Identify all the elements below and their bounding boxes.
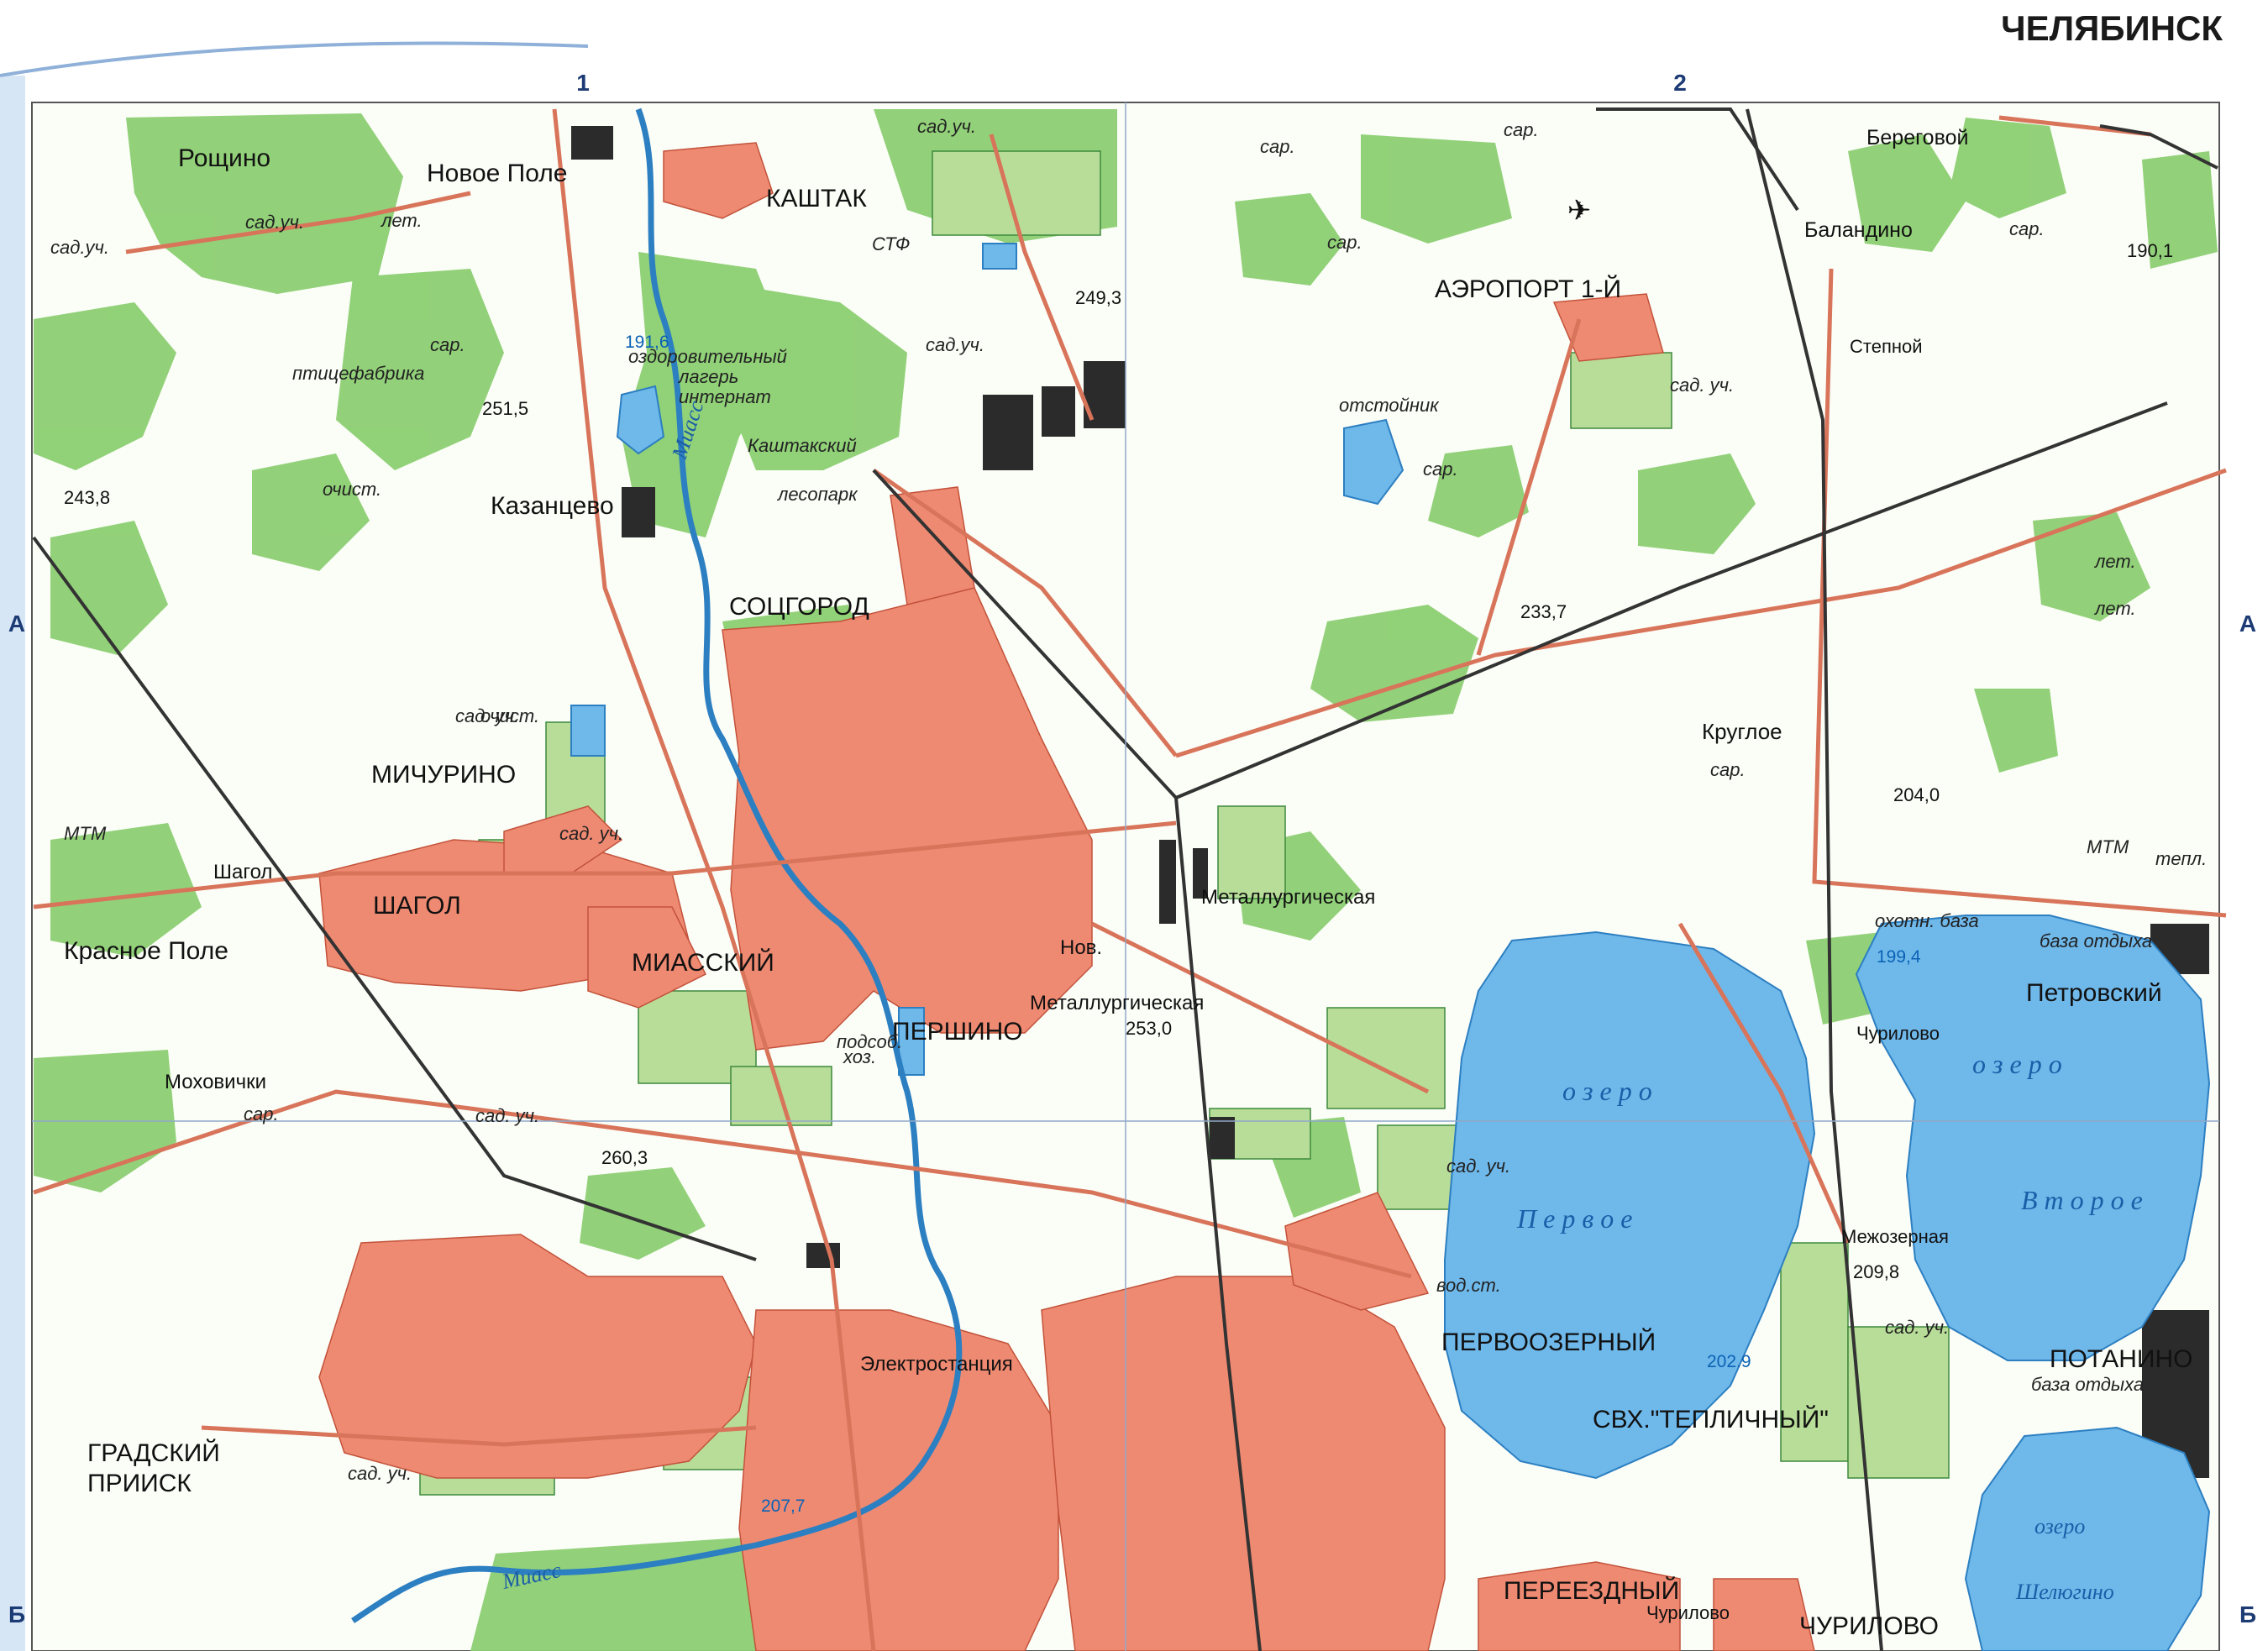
label-let-3: лет. xyxy=(2093,598,2136,619)
label-sad-uch-10: сад. уч. xyxy=(348,1463,412,1484)
label-gradsky: ГРАДСКИЙ xyxy=(87,1439,220,1467)
label-sar-6: сар. xyxy=(2009,218,2045,239)
label-ptitsefabrika: птицефабрика xyxy=(292,363,424,384)
label-metallurgicheskaya: Металлургическая xyxy=(1201,886,1375,909)
label-roshchino: Рощино xyxy=(178,144,270,172)
label-ozero-vtoroe: о з е р о xyxy=(1972,1049,2062,1079)
label-sad-uch-5: сад. уч. xyxy=(559,823,623,844)
label-krasnoe-pole: Красное Поле xyxy=(64,937,228,965)
elev-190-1: 190,1 xyxy=(2127,240,2173,261)
elev-251-5: 251,5 xyxy=(482,398,528,419)
label-ozdorov-2: лагерь xyxy=(677,366,738,387)
label-sad-uch-aero: сад. уч. xyxy=(1670,375,1734,396)
label-sad-uch-3: сад.уч. xyxy=(50,237,109,258)
label-sar-3: сар. xyxy=(1504,119,1539,140)
label-tepl: тепл. xyxy=(2155,848,2207,869)
label-krugloe: Круглое xyxy=(1702,719,1782,744)
label-novoe-pole: Новое Поле xyxy=(427,160,567,187)
label-shagol-station: Шагол xyxy=(213,861,272,883)
label-nov-metallurgicheskaya: Металлургическая xyxy=(1030,992,1204,1014)
airport-icon: ✈ xyxy=(1567,195,1592,227)
elev-260-3: 260,3 xyxy=(601,1147,648,1168)
label-petrovsky: Петровский xyxy=(2026,979,2162,1007)
label-churilovo-small: Чурилово xyxy=(1646,1602,1730,1623)
elev-207-7: 207,7 xyxy=(761,1496,806,1516)
label-lesopark: лесопарк xyxy=(776,484,858,505)
label-potanino: ПОТАНИНО xyxy=(2050,1345,2192,1373)
grid-row-b-left: Б xyxy=(8,1601,25,1627)
label-baza-otdykha-2: база отдыха xyxy=(2031,1374,2144,1395)
label-mokhovichki: Моховички xyxy=(165,1071,266,1093)
elev-243-8: 243,8 xyxy=(64,487,110,508)
label-kashtak: КАШТАК xyxy=(766,185,867,212)
map-canvas[interactable]: 1 2 А А Б Б ЧЕЛЯБИНСК ✈ Рощино Новое Пол… xyxy=(0,0,2268,1651)
label-sotsgorod: СОЦГОРОД xyxy=(729,593,869,621)
label-nov: Нов. xyxy=(1060,936,1102,959)
elev-253-0: 253,0 xyxy=(1126,1018,1172,1039)
label-okhotn-baza: охотн. база xyxy=(1875,910,1979,931)
label-kazantsevo: Казанцево xyxy=(491,492,614,520)
label-let-1: лет. xyxy=(380,210,423,231)
label-stepnoy: Степной xyxy=(1850,336,1923,357)
label-aeroport: АЭРОПОРТ 1-Й xyxy=(1435,275,1621,303)
label-pereezdny: ПЕРЕЕЗДНЫЙ xyxy=(1504,1576,1679,1605)
label-ozero-shelyugino: озеро xyxy=(2034,1514,2085,1538)
label-pershino: ПЕРШИНО xyxy=(892,1018,1023,1046)
label-sar-1: сар. xyxy=(430,334,465,355)
label-ochist-michurino: очист. xyxy=(480,705,539,726)
elev-199-4: 199,4 xyxy=(1877,947,1921,967)
label-pervoe: П е р в о е xyxy=(1516,1203,1632,1234)
grid-col-1: 1 xyxy=(576,70,590,96)
label-churilovo-station: Чурилово xyxy=(1856,1023,1940,1044)
label-sar-9: сар. xyxy=(1710,759,1746,780)
label-vtoroe: В т о р о е xyxy=(2021,1185,2143,1215)
grid-row-b-right: Б xyxy=(2239,1601,2256,1627)
grid-col-2: 2 xyxy=(1673,70,1687,96)
label-sad-uch-8: сад. уч. xyxy=(1446,1156,1510,1177)
label-svkh-teplichny: СВХ."ТЕПЛИЧНЫЙ" xyxy=(1593,1405,1829,1433)
label-stf: СТФ xyxy=(872,233,910,254)
left-margin-strip xyxy=(0,76,25,1651)
label-pervoozerny: ПЕРВООЗЕРНЫЙ xyxy=(1441,1328,1656,1356)
label-michurino: МИЧУРИНО xyxy=(371,761,516,789)
label-vod-st: вод.ст. xyxy=(1436,1275,1501,1296)
map-page: 1 2 А А Б Б ЧЕЛЯБИНСК ✈ Рощино Новое Пол… xyxy=(0,0,2268,1651)
label-mezhozernaya: Межозерная xyxy=(1841,1226,1949,1247)
label-ochist-1: очист. xyxy=(323,479,381,500)
label-balandino: Баландино xyxy=(1804,218,1913,242)
label-sad-uch-9: сад. уч. xyxy=(1885,1317,1949,1338)
label-mtm-2: МТМ xyxy=(2087,836,2129,857)
label-priisk: ПРИИСК xyxy=(87,1470,192,1497)
label-shelyugino: Шелюгино xyxy=(2015,1580,2114,1604)
label-kashtaksky: Каштакский xyxy=(748,435,857,456)
label-sad-uch-4: сад.уч. xyxy=(926,334,984,355)
label-ozero-pervoe-1: о з е р о xyxy=(1562,1076,1652,1106)
label-beregovoy: Береговой xyxy=(1866,126,1968,149)
label-sar-8: сар. xyxy=(244,1103,279,1124)
label-elektrostantsiya: Электростанция xyxy=(860,1353,1013,1376)
elev-233-7: 233,7 xyxy=(1520,601,1567,622)
map-title: ЧЕЛЯБИНСК xyxy=(2001,8,2223,48)
grid-row-a-right: А xyxy=(2239,611,2256,637)
label-miassky: МИАССКИЙ xyxy=(632,948,774,977)
label-churilovo-caps: ЧУРИЛОВО xyxy=(1799,1612,1939,1640)
label-sar-5: сар. xyxy=(1423,459,1458,480)
label-sar-2: сар. xyxy=(1260,136,1295,157)
label-otstoinik: отстойник xyxy=(1339,395,1440,416)
label-sad-uch-7: сад. уч. xyxy=(475,1105,539,1126)
label-mtm-1: МТМ xyxy=(64,823,107,844)
elev-209-8: 209,8 xyxy=(1853,1261,1899,1282)
label-khoz: хоз. xyxy=(843,1046,876,1067)
elev-191-6: 191,6 xyxy=(625,333,669,352)
elev-249-3: 249,3 xyxy=(1075,287,1121,308)
label-sad-uch-2: сад.уч. xyxy=(245,212,304,233)
label-shagol: ШАГОЛ xyxy=(373,892,461,920)
elev-202-9: 202.9 xyxy=(1707,1352,1751,1371)
label-let-2: лет. xyxy=(2093,551,2136,572)
label-baza-otdykha-1: база отдыха xyxy=(2040,930,2152,951)
label-sar-4: сар. xyxy=(1327,232,1362,253)
grid-row-a-left: А xyxy=(8,611,25,637)
label-sad-uch-1: сад.уч. xyxy=(917,116,976,137)
elev-204-0: 204,0 xyxy=(1893,784,1940,805)
